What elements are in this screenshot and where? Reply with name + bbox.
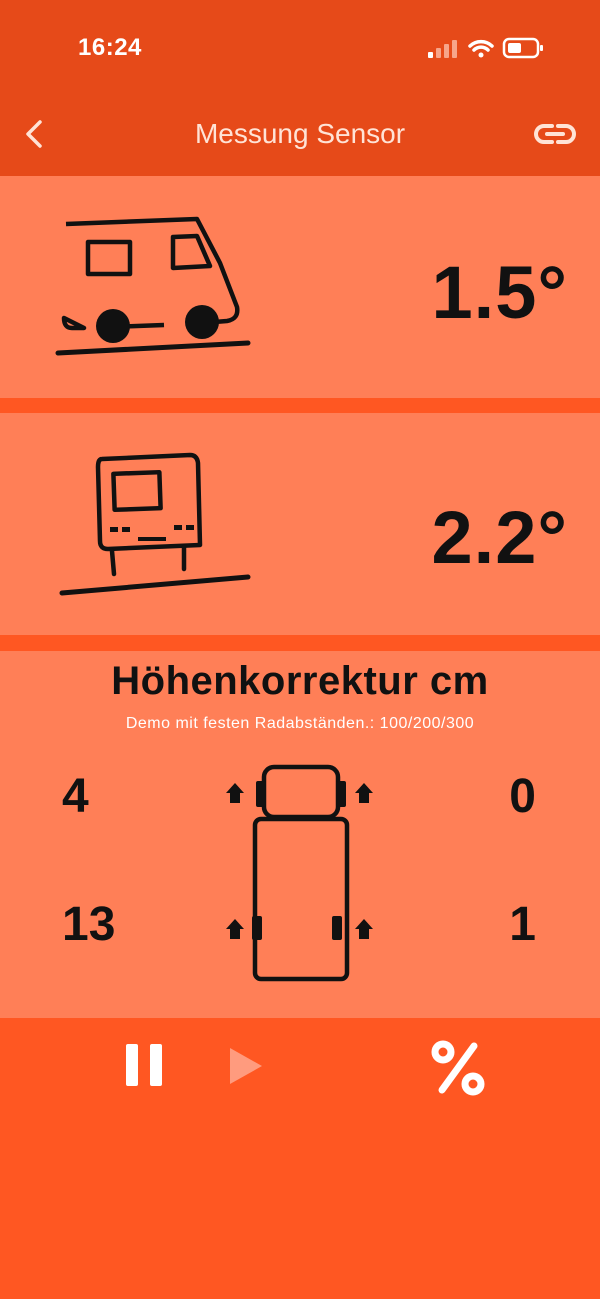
link-icon[interactable] xyxy=(532,116,578,152)
nav-bar: Messung Sensor xyxy=(0,98,600,176)
playback-controls xyxy=(0,1030,600,1110)
pause-icon xyxy=(150,1044,162,1086)
front-right-value: 0 xyxy=(509,770,536,823)
roll-value: 2.2° xyxy=(431,496,568,579)
pitch-card: 1.5° xyxy=(0,176,600,398)
correction-subtitle: Demo mit festen Radabständen.: 100/200/3… xyxy=(125,715,475,732)
signal-icon xyxy=(428,40,457,58)
arrow-up-icon xyxy=(355,783,373,803)
play-icon xyxy=(230,1048,262,1084)
status-bar: 16:24 xyxy=(0,0,600,98)
percent-button[interactable] xyxy=(430,1038,486,1098)
pause-icon xyxy=(126,1044,138,1086)
percent-icon xyxy=(431,1040,485,1096)
wifi-icon xyxy=(468,39,494,58)
truck-top-view-icon xyxy=(226,764,373,982)
correction-title: Höhenkorrektur cm xyxy=(111,659,489,703)
height-correction-card: Höhenkorrektur cm Demo mit festen Radabs… xyxy=(0,651,600,1018)
play-button[interactable] xyxy=(226,1044,266,1090)
status-icons xyxy=(428,37,543,59)
arrow-up-icon xyxy=(226,919,244,939)
arrow-up-icon xyxy=(226,783,244,803)
arrow-up-icon xyxy=(355,919,373,939)
rear-right-value: 1 xyxy=(509,898,536,951)
separator xyxy=(0,398,600,413)
camper-rear-icon xyxy=(59,452,251,596)
pitch-value: 1.5° xyxy=(431,251,568,334)
rear-left-value: 13 xyxy=(62,898,116,951)
camper-side-icon xyxy=(55,216,251,356)
front-left-value: 4 xyxy=(62,770,89,823)
separator xyxy=(0,635,600,651)
status-time: 16:24 xyxy=(78,34,142,61)
page-title: Messung Sensor xyxy=(194,118,406,149)
roll-card: 2.2° xyxy=(0,413,600,635)
battery-icon xyxy=(502,37,543,59)
pause-button[interactable] xyxy=(124,1044,164,1090)
